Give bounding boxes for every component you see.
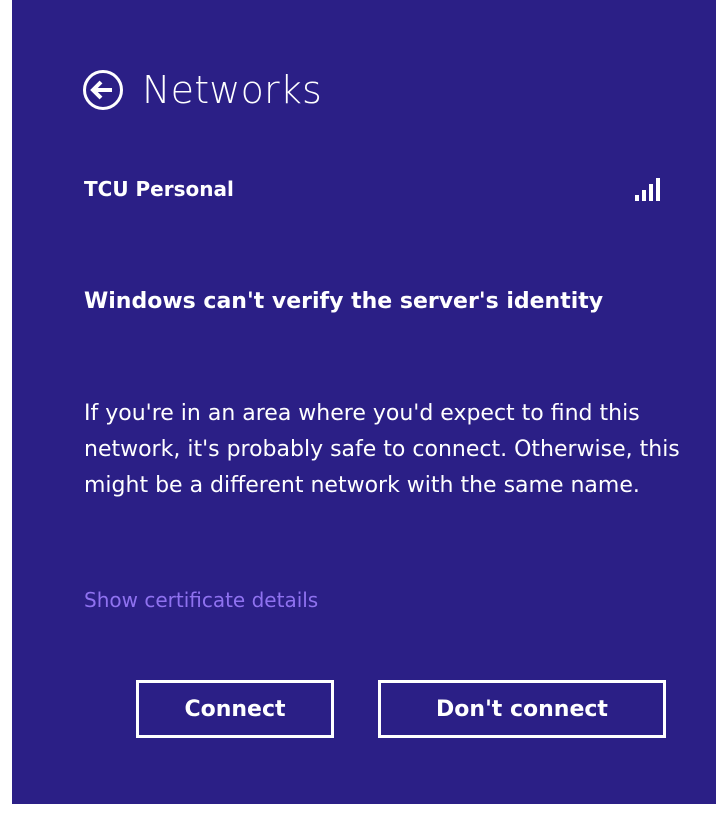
dont-connect-button[interactable]: Don't connect	[378, 680, 666, 738]
back-button[interactable]	[82, 69, 124, 111]
header: Networks	[82, 64, 322, 116]
page-title: Networks	[142, 68, 323, 112]
network-flyout-panel: Networks TCU Personal Windows can't veri…	[12, 0, 716, 804]
show-certificate-details-link[interactable]: Show certificate details	[84, 588, 318, 612]
warning-message: If you're in an area where you'd expect …	[84, 401, 680, 498]
network-name: TCU Personal	[84, 177, 234, 201]
warning-heading: Windows can't verify the server's identi…	[84, 289, 604, 314]
connect-button[interactable]: Connect	[136, 680, 334, 738]
wifi-signal-icon	[635, 177, 660, 201]
back-arrow-icon	[83, 70, 123, 110]
network-item[interactable]: TCU Personal	[84, 172, 662, 206]
